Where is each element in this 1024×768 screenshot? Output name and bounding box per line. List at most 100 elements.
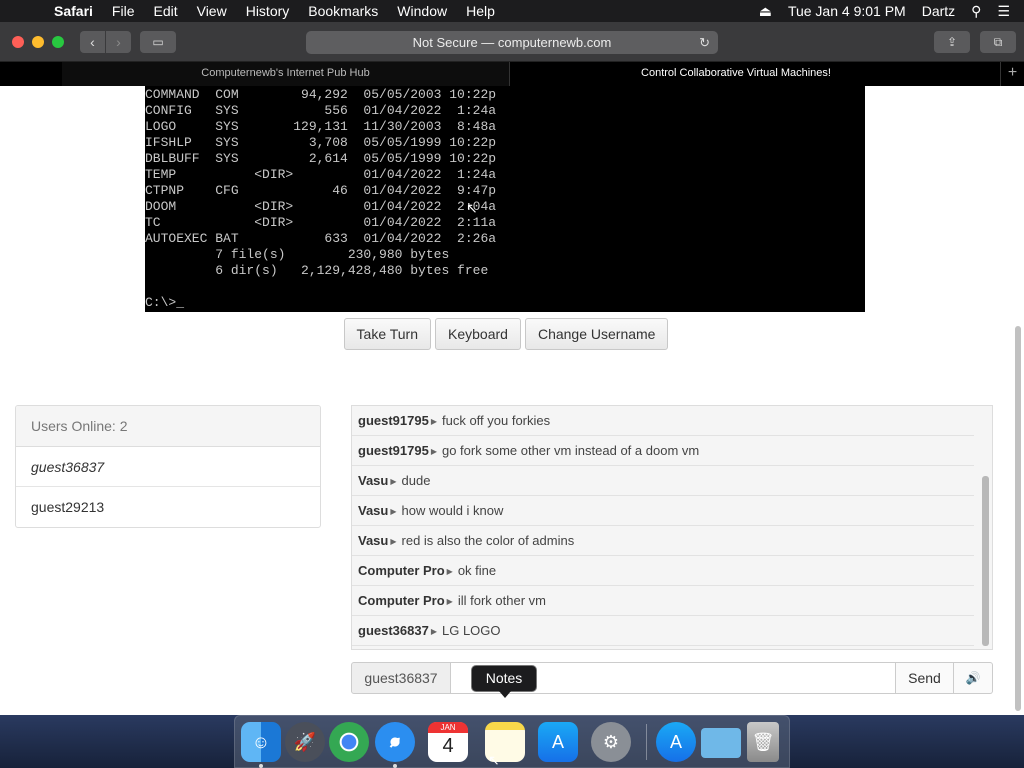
tab-collab-vm[interactable]: Control Collaborative Virtual Machines! bbox=[511, 62, 961, 86]
change-username-button[interactable]: Change Username bbox=[524, 318, 669, 350]
notification-center-icon[interactable]: ☰ bbox=[997, 3, 1010, 20]
tab-pub-hub[interactable]: Computernewb's Internet Pub Hub bbox=[62, 62, 510, 86]
chat-text: ill fork other vm bbox=[457, 593, 546, 608]
system-preferences-icon[interactable]: ⚙ bbox=[591, 722, 631, 762]
url-text: Not Secure — computernewb.com bbox=[412, 35, 612, 50]
chevron-right-icon: ▶ bbox=[446, 597, 453, 606]
page-scrollbar[interactable] bbox=[1015, 326, 1021, 711]
terminal-line: DOOM <DIR> 01/04/2022 2:04a bbox=[145, 199, 497, 214]
chat-username: Vasu bbox=[358, 473, 389, 488]
chat-username: Vasu bbox=[358, 503, 389, 518]
web-page: COMMAND COM 94,292 05/05/2003 10:22p CON… bbox=[0, 86, 1024, 715]
menu-history[interactable]: History bbox=[246, 3, 290, 19]
close-window-button[interactable] bbox=[12, 36, 24, 48]
eject-icon[interactable]: ⏏ bbox=[759, 3, 772, 20]
menu-view[interactable]: View bbox=[197, 3, 227, 19]
reload-icon[interactable]: ↻ bbox=[699, 31, 710, 54]
vm-screen[interactable]: COMMAND COM 94,292 05/05/2003 10:22p CON… bbox=[145, 86, 865, 312]
chat-text: red is also the color of admins bbox=[401, 533, 575, 548]
terminal-line: CTPNP CFG 46 01/04/2022 9:47p bbox=[145, 183, 497, 198]
menu-edit[interactable]: Edit bbox=[153, 3, 177, 19]
spotlight-search-icon[interactable]: ⚲ bbox=[971, 3, 981, 20]
chat-text: LG LOGO bbox=[441, 623, 501, 638]
running-indicator bbox=[259, 764, 263, 768]
dock: ☺ 🚀 ➚ JAN 4 A ⚙ A 🗑 bbox=[234, 715, 790, 768]
calendar-month: JAN bbox=[428, 722, 468, 733]
chrome-icon[interactable] bbox=[329, 722, 369, 762]
chat-message: Vasu ▶ how would i know bbox=[352, 496, 974, 526]
chevron-right-icon: ▶ bbox=[430, 417, 437, 426]
menu-app-name[interactable]: Safari bbox=[54, 3, 93, 19]
user-list-item[interactable]: guest36837 bbox=[16, 447, 320, 487]
chevron-right-icon: ▶ bbox=[390, 537, 397, 546]
menubar-clock[interactable]: Tue Jan 4 9:01 PM bbox=[788, 3, 906, 19]
terminal-line: LOGO SYS 129,131 11/30/2003 8:48a bbox=[145, 119, 497, 134]
terminal-line: 7 file(s) 230,980 bytes bbox=[145, 247, 450, 262]
minimize-window-button[interactable] bbox=[32, 36, 44, 48]
chat-text: go fork some other vm instead of a doom … bbox=[441, 443, 700, 458]
sidebar-toggle-icon[interactable]: ▭ bbox=[140, 31, 176, 53]
forward-button[interactable]: › bbox=[106, 31, 131, 53]
chat-message: Vasu ▶ red is also the color of admins bbox=[352, 526, 974, 556]
safari-icon[interactable]: ➚ bbox=[375, 722, 415, 762]
terminal-line: DBLBUFF SYS 2,614 05/05/1999 10:22p bbox=[145, 151, 497, 166]
terminal-prompt: C:\>_ bbox=[145, 295, 185, 310]
menubar-user[interactable]: Dartz bbox=[922, 3, 955, 19]
volume-icon[interactable]: 🔊 bbox=[954, 662, 993, 694]
chat-username-label: guest36837 bbox=[351, 662, 451, 694]
back-button[interactable]: ‹ bbox=[80, 31, 105, 53]
running-indicator bbox=[393, 764, 397, 768]
menu-file[interactable]: File bbox=[112, 3, 135, 19]
tab-overview-icon[interactable]: ⧉ bbox=[980, 31, 1016, 53]
terminal-line: CONFIG SYS 556 01/04/2022 1:24a bbox=[145, 103, 497, 118]
menu-bar: Safari File Edit View History Bookmarks … bbox=[0, 0, 1024, 22]
chat-username: guest91795 bbox=[358, 413, 429, 428]
dock-separator bbox=[646, 724, 647, 760]
take-turn-button[interactable]: Take Turn bbox=[343, 318, 432, 350]
chat-message: Vasu ▶ dude bbox=[352, 466, 974, 496]
chat-log[interactable]: guest91795 ▶ fuck off you forkies guest917… bbox=[351, 405, 993, 650]
dock-tooltip: Notes bbox=[471, 665, 537, 698]
app-store-icon[interactable]: A bbox=[538, 722, 578, 762]
app-store-downloads-icon[interactable]: A bbox=[656, 722, 696, 762]
chevron-right-icon: ▶ bbox=[430, 627, 437, 636]
chat-message: Computer Pro ▶ ok fine bbox=[352, 556, 974, 586]
terminal-line: COMMAND COM 94,292 05/05/2003 10:22p bbox=[145, 87, 497, 102]
chat-text: fuck off you forkies bbox=[441, 413, 551, 428]
chat-username: Computer Pro bbox=[358, 563, 445, 578]
share-icon[interactable]: ⇪ bbox=[934, 31, 970, 53]
calendar-icon[interactable]: JAN 4 bbox=[428, 722, 468, 762]
chevron-right-icon: ▶ bbox=[430, 447, 437, 456]
chevron-right-icon: ▶ bbox=[390, 507, 397, 516]
send-button[interactable]: Send bbox=[896, 662, 954, 694]
user-list-item[interactable]: guest29213 bbox=[16, 487, 320, 527]
menu-bookmarks[interactable]: Bookmarks bbox=[308, 3, 378, 19]
page-scrollbar-track bbox=[1012, 86, 1024, 715]
terminal-line: AUTOEXEC BAT 633 01/04/2022 2:26a bbox=[145, 231, 497, 246]
address-bar[interactable]: Not Secure — computernewb.com ↻ bbox=[306, 31, 718, 54]
finder-icon[interactable]: ☺ bbox=[241, 722, 281, 762]
folder-icon[interactable] bbox=[701, 728, 741, 758]
launchpad-icon[interactable]: 🚀 bbox=[285, 722, 325, 762]
tab-bar: Computernewb's Internet Pub Hub Control … bbox=[0, 62, 1024, 86]
users-online-header: Users Online: 2 bbox=[16, 406, 320, 447]
chevron-right-icon: ▶ bbox=[390, 477, 397, 486]
chat-message: guest36837 ▶ LG LOGO bbox=[352, 616, 974, 646]
chat-text: dude bbox=[401, 473, 431, 488]
trash-icon[interactable]: 🗑 bbox=[747, 722, 779, 762]
chat-message: Computer Pro ▶ ill fork other vm bbox=[352, 586, 974, 616]
new-tab-icon[interactable]: + bbox=[1000, 62, 1024, 86]
chat-username: Computer Pro bbox=[358, 593, 445, 608]
chat-scrollbar[interactable] bbox=[982, 476, 989, 646]
terminal-line: TC <DIR> 01/04/2022 2:11a bbox=[145, 215, 497, 230]
chat-username: Vasu bbox=[358, 533, 389, 548]
keyboard-button[interactable]: Keyboard bbox=[435, 318, 521, 350]
chat-username: guest91795 bbox=[358, 443, 429, 458]
menu-window[interactable]: Window bbox=[397, 3, 447, 19]
zoom-window-button[interactable] bbox=[52, 36, 64, 48]
mouse-cursor-icon: ↖ bbox=[488, 752, 500, 768]
chat-text: ok fine bbox=[457, 563, 497, 578]
menu-help[interactable]: Help bbox=[466, 3, 495, 19]
chat-username: guest36837 bbox=[358, 623, 429, 638]
